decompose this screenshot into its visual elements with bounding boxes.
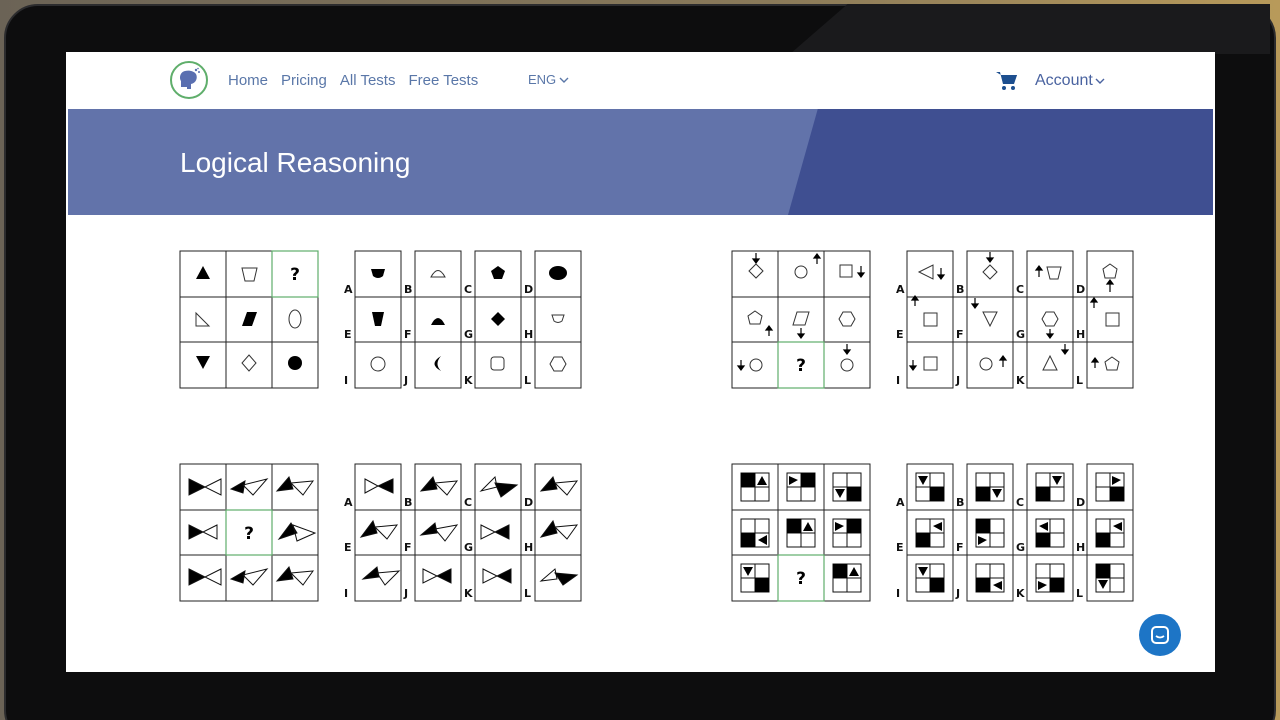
option-letter-c: C xyxy=(1016,496,1024,509)
account-menu[interactable]: Account xyxy=(1035,72,1105,90)
brain-head-logo-icon[interactable] xyxy=(170,61,208,99)
option-letter-h: H xyxy=(1076,541,1085,554)
nav-all-tests-link[interactable]: All Tests xyxy=(340,72,396,89)
option-letter-e: E xyxy=(344,328,352,341)
option-letter-a: A xyxy=(344,496,353,509)
option-letter-g: G xyxy=(464,541,473,554)
chevron-down-icon xyxy=(1095,78,1105,84)
option-letter-b: B xyxy=(404,283,412,296)
option-letter-k: K xyxy=(464,587,473,600)
option-letter-d: D xyxy=(524,283,533,296)
option-letter-l: L xyxy=(524,587,531,600)
option-letter-c: C xyxy=(464,283,472,296)
option-letter-i: I xyxy=(344,374,348,387)
nav-free-tests-link[interactable]: Free Tests xyxy=(408,72,478,89)
option-letter-j: J xyxy=(955,374,960,387)
option-letter-e: E xyxy=(896,541,904,554)
option-letter-f: F xyxy=(956,541,964,554)
option-letter-b: B xyxy=(956,496,964,509)
option-letter-j: J xyxy=(403,587,408,600)
main-nav: Home Pricing All Tests Free Tests xyxy=(228,72,478,89)
question-mark: ? xyxy=(796,356,806,376)
chevron-down-icon xyxy=(559,77,569,83)
option-letter-j: J xyxy=(403,374,408,387)
language-label: ENG xyxy=(528,72,557,87)
option-letter-b: B xyxy=(404,496,412,509)
option-letter-g: G xyxy=(1016,541,1025,554)
option-letter-c: C xyxy=(1016,283,1024,296)
puzzle-shapes: ? A B C D E F G H I J K L xyxy=(179,250,582,389)
option-letter-k: K xyxy=(1016,587,1025,600)
option-letter-i: I xyxy=(344,587,348,600)
option-letter-a: A xyxy=(896,283,905,296)
nav-home-link[interactable]: Home xyxy=(228,72,268,89)
chat-launcher-button[interactable] xyxy=(1139,614,1181,656)
option-letter-e: E xyxy=(896,328,904,341)
option-letter-g: G xyxy=(464,328,473,341)
option-letter-i: I xyxy=(896,374,900,387)
option-letter-i: I xyxy=(896,587,900,600)
option-letter-f: F xyxy=(956,328,964,341)
option-letter-l: L xyxy=(1076,587,1083,600)
question-mark: ? xyxy=(796,569,806,589)
chat-icon xyxy=(1151,626,1169,644)
browser-screen: Home Pricing All Tests Free Tests ENG Ac… xyxy=(66,52,1215,672)
account-label: Account xyxy=(1035,72,1093,89)
option-letter-a: A xyxy=(896,496,905,509)
option-letter-h: H xyxy=(1076,328,1085,341)
option-letter-d: D xyxy=(1076,283,1085,296)
option-letter-f: F xyxy=(404,541,412,554)
option-letter-h: H xyxy=(524,328,533,341)
cart-icon[interactable] xyxy=(996,71,1018,91)
puzzle-quadrants: ? A B C D E F G H I J K L xyxy=(731,463,1134,602)
page-banner: Logical Reasoning xyxy=(68,109,1213,215)
option-letter-j: J xyxy=(955,587,960,600)
option-letter-k: K xyxy=(1016,374,1025,387)
option-letter-c: C xyxy=(464,496,472,509)
question-mark: ? xyxy=(290,265,300,285)
puzzle-bowties: ? A B C D E F G H I J K L xyxy=(179,463,582,602)
option-letter-a: A xyxy=(344,283,353,296)
option-letter-h: H xyxy=(524,541,533,554)
site-header: Home Pricing All Tests Free Tests ENG Ac… xyxy=(66,52,1215,109)
option-letter-f: F xyxy=(404,328,412,341)
option-letter-d: D xyxy=(1076,496,1085,509)
language-selector[interactable]: ENG xyxy=(528,72,569,87)
option-letter-l: L xyxy=(524,374,531,387)
option-letter-g: G xyxy=(1016,328,1025,341)
option-letter-l: L xyxy=(1076,374,1083,387)
page-title: Logical Reasoning xyxy=(180,147,411,178)
nav-pricing-link[interactable]: Pricing xyxy=(281,72,327,89)
puzzle-arrows: ? A B C D E F G H I J K L xyxy=(731,250,1134,389)
option-letter-b: B xyxy=(956,283,964,296)
question-mark: ? xyxy=(244,524,254,544)
tablet-glare xyxy=(790,4,1270,54)
option-letter-d: D xyxy=(524,496,533,509)
banner-accent xyxy=(788,109,1213,215)
option-letter-e: E xyxy=(344,541,352,554)
option-letter-k: K xyxy=(464,374,473,387)
